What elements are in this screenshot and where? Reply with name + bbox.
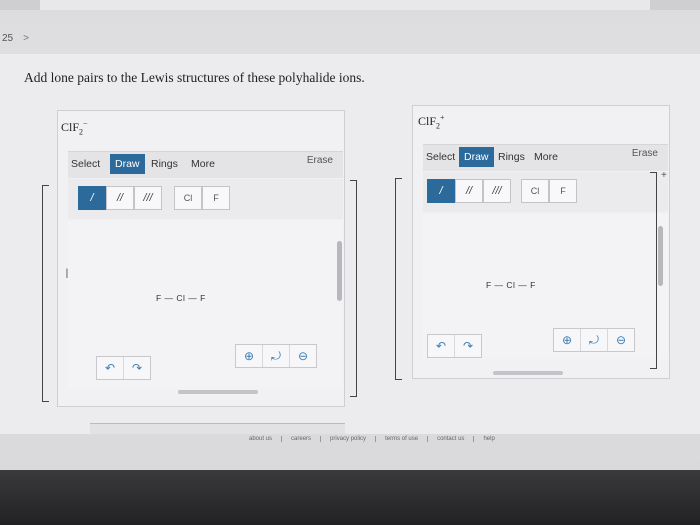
tab-select[interactable]: Select [423,149,458,165]
footer-link-help[interactable]: help [474,436,503,442]
tab-more[interactable]: More [531,149,561,165]
zoom-in-icon[interactable]: ⊕ [236,345,263,367]
tab-draw[interactable]: Draw [459,147,494,167]
element-cl-button[interactable]: Cl [521,179,549,203]
tool-subbar: / // /// Cl F [68,179,343,219]
vertical-scrollbar[interactable] [658,226,663,286]
element-tools: Cl F [174,186,230,210]
footer-link-careers[interactable]: careers [282,436,322,442]
triple-bond-button[interactable]: /// [483,179,511,203]
zoom-controls: ⊕ ⤾ ⊖ [553,328,635,352]
tool-subbar: / // /// Cl F [423,172,668,212]
charge-label: + [661,170,667,181]
zoom-out-icon[interactable]: ⊖ [608,329,634,351]
question-number-text: 25 [2,33,14,44]
erase-button[interactable]: Erase [307,155,333,166]
bond-tools: / // /// [427,179,511,203]
footer-links: about us careers privacy policy terms of… [240,436,504,442]
triple-bond-button[interactable]: /// [134,186,162,210]
footer-link-contact[interactable]: contact us [428,436,475,442]
footer-link-terms[interactable]: terms of use [376,436,429,442]
redo-icon[interactable]: ↷ [124,357,150,379]
sketcher-toolbar: Select Draw Rings More Erase [68,151,343,178]
element-cl-button[interactable]: Cl [174,186,202,210]
tab-select[interactable]: Select [68,156,103,172]
chevron-right-icon[interactable]: > [23,33,29,44]
question-number: 25 > [2,33,29,44]
undo-icon[interactable]: ↶ [97,357,124,379]
undo-redo-controls: ↶ ↷ [427,334,482,358]
top-strip [0,0,700,10]
element-f-button[interactable]: F [549,179,577,203]
desk-background [0,470,700,525]
sketcher-toolbar: Select Draw Rings More Erase [423,144,668,171]
sketcher-panel-clf2-plus: ClF2+ Select Draw Rings More Erase / // … [412,105,670,379]
undo-icon[interactable]: ↶ [428,335,455,357]
sketcher-panel-clf2-minus: ClF2− Select Draw Rings More Erase / // … [57,110,345,407]
molecule-structure[interactable]: F — Cl — F [156,293,206,303]
element-tools: Cl F [521,179,577,203]
redo-icon[interactable]: ↷ [455,335,481,357]
double-bond-button[interactable]: // [455,179,483,203]
single-bond-button[interactable]: / [78,186,106,210]
bond-tools: / // /// [78,186,162,210]
zoom-out-icon[interactable]: ⊖ [290,345,316,367]
zoom-controls: ⊕ ⤾ ⊖ [235,344,317,368]
ion-formula: ClF2− [61,119,88,137]
text-cursor-icon: I [65,265,69,281]
undo-redo-controls: ↶ ↷ [96,356,151,380]
tab-draw[interactable]: Draw [110,154,145,174]
horizontal-scrollbar[interactable] [178,390,258,394]
vertical-scrollbar[interactable] [337,241,342,301]
double-bond-button[interactable]: // [106,186,134,210]
ion-formula: ClF2+ [418,113,445,131]
erase-button[interactable]: Erase [632,148,658,159]
right-bracket [650,172,657,369]
molecule-structure[interactable]: F — Cl — F [486,280,536,290]
bottom-bar [90,423,345,434]
element-f-button[interactable]: F [202,186,230,210]
zoom-in-icon[interactable]: ⊕ [554,329,581,351]
tab-rings[interactable]: Rings [148,156,181,172]
tab-more[interactable]: More [188,156,218,172]
right-bracket [350,180,357,397]
browser-screen: 25 > Add lone pairs to the Lewis structur… [0,0,700,470]
single-bond-button[interactable]: / [427,179,455,203]
reset-zoom-icon[interactable]: ⤾ [263,345,290,367]
tab-rings[interactable]: Rings [495,149,528,165]
footer-link-about[interactable]: about us [240,436,283,442]
question-prompt: Add lone pairs to the Lewis structures o… [24,70,365,85]
horizontal-scrollbar[interactable] [493,371,563,375]
left-bracket [395,178,402,380]
reset-zoom-icon[interactable]: ⤾ [581,329,608,351]
left-bracket [42,185,49,402]
footer-link-privacy[interactable]: privacy policy [321,436,377,442]
